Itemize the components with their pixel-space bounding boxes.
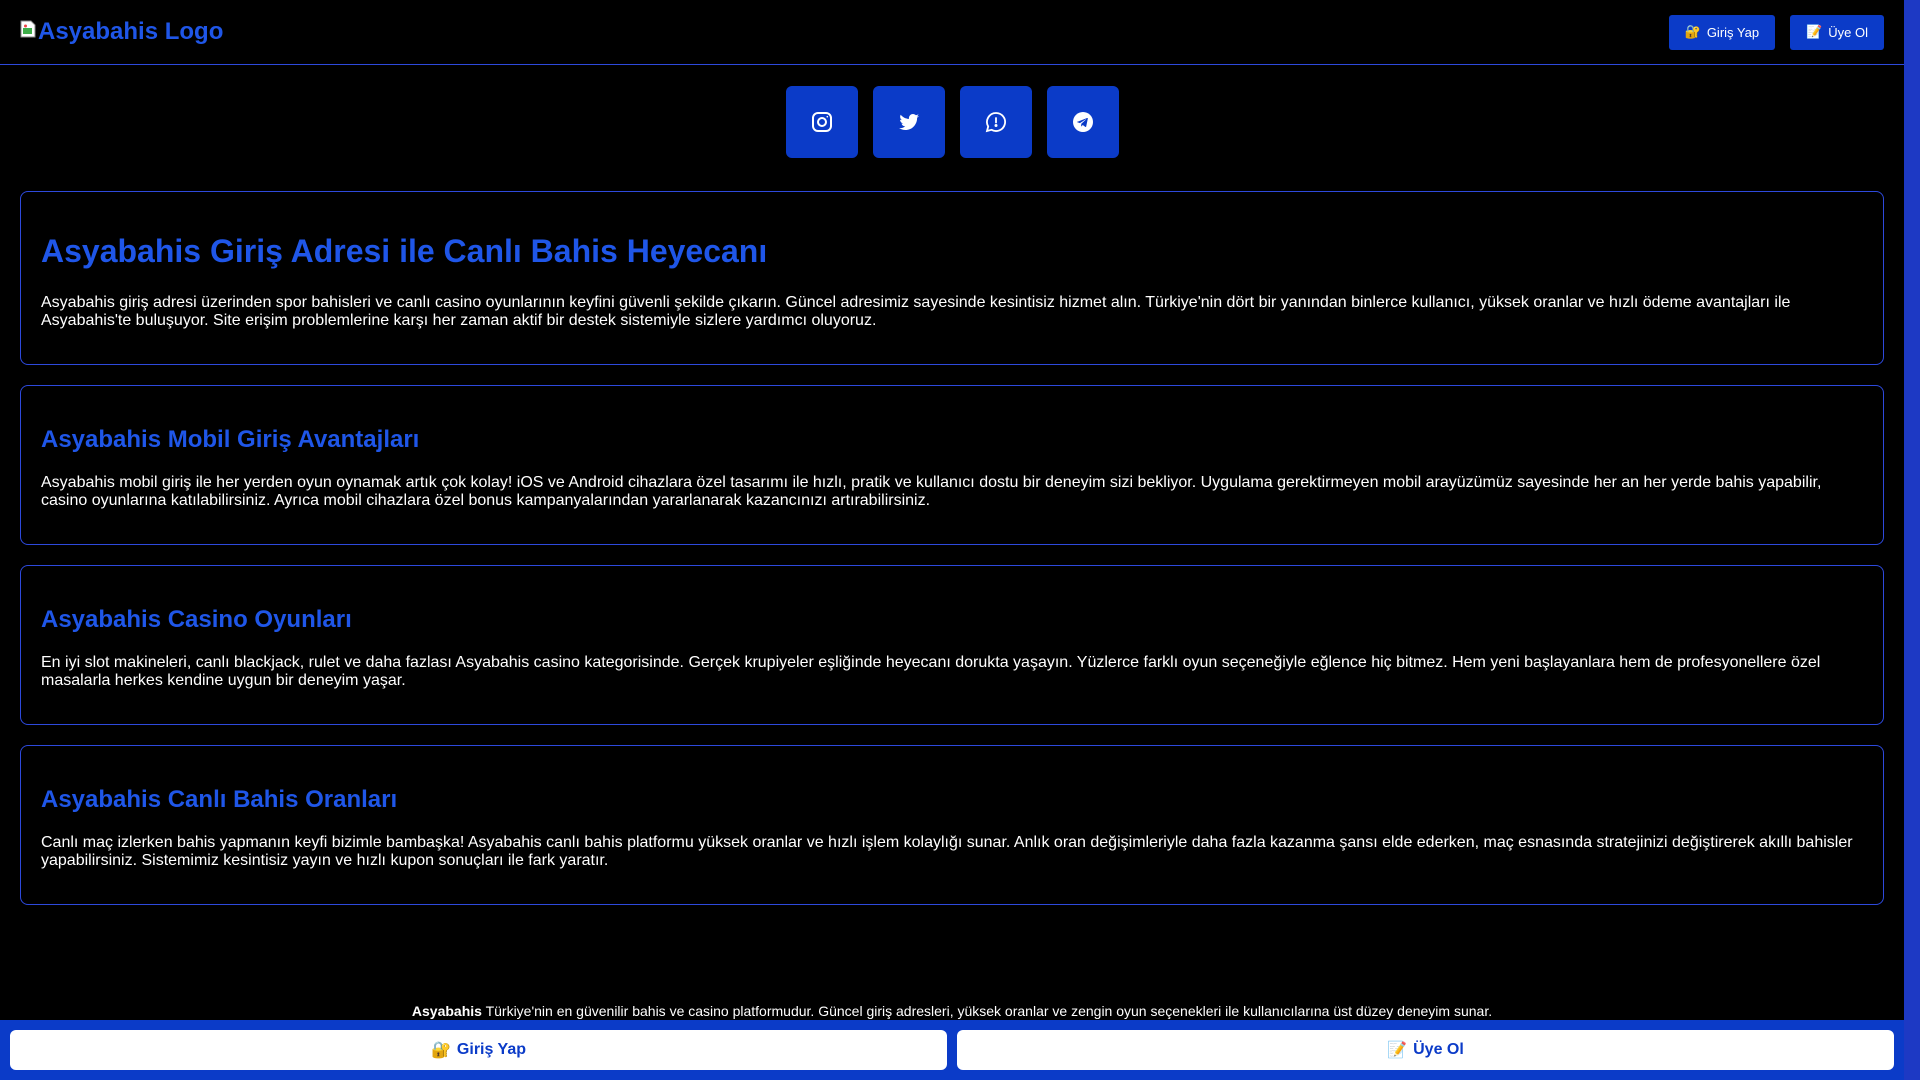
social-links bbox=[0, 65, 1904, 158]
instagram-link[interactable] bbox=[785, 86, 858, 158]
broken-image-icon bbox=[20, 17, 36, 38]
bottom-register-button[interactable]: 📝 Üye Ol bbox=[957, 1030, 1894, 1070]
section-title: Asyabahis Giriş Adresi ile Canlı Bahis H… bbox=[41, 233, 768, 269]
section-card: Asyabahis Canlı Bahis Oranları Canlı maç… bbox=[20, 745, 1884, 905]
mobile-bottom-bar: 🔐 Giriş Yap 📝 Üye Ol bbox=[0, 1020, 1904, 1080]
lock-key-icon: 🔐 bbox=[431, 1042, 451, 1059]
section-title: Asyabahis Canlı Bahis Oranları bbox=[41, 786, 398, 813]
bottom-register-label: Üye Ol bbox=[1413, 1041, 1464, 1058]
login-button[interactable]: 🔐 Giriş Yap bbox=[1668, 14, 1776, 50]
section-card: Asyabahis Mobil Giriş Avantajları Asyaba… bbox=[20, 385, 1884, 545]
footer-text: Türkiye'nin en güvenilir bahis ve casino… bbox=[481, 1003, 1493, 1019]
register-button[interactable]: 📝 Üye Ol bbox=[1790, 14, 1884, 50]
section-text: Asyabahis mobil giriş ile her yerden oyu… bbox=[41, 474, 1822, 509]
bottom-login-button[interactable]: 🔐 Giriş Yap bbox=[10, 1030, 947, 1070]
login-label: Giriş Yap bbox=[1706, 24, 1760, 40]
telegram-icon bbox=[1072, 112, 1093, 132]
memo-icon: 📝 bbox=[1806, 24, 1823, 39]
logo-alt-text: Asyabahis Logo bbox=[38, 18, 224, 45]
page: Asyabahis Logo 🔐 Giriş Yap 📝 Üye Ol Asya… bbox=[0, 0, 1904, 1080]
twitter-link[interactable] bbox=[872, 86, 945, 158]
section-card: Asyabahis Giriş Adresi ile Canlı Bahis H… bbox=[20, 191, 1884, 365]
bottom-login-label: Giriş Yap bbox=[456, 1041, 526, 1058]
page-scrollbar[interactable] bbox=[1904, 0, 1920, 1080]
whatsapp-icon bbox=[985, 112, 1006, 133]
section-title: Asyabahis Mobil Giriş Avantajları bbox=[41, 426, 420, 453]
site-header: Asyabahis Logo 🔐 Giriş Yap 📝 Üye Ol bbox=[0, 0, 1904, 65]
section-card: Asyabahis Casino Oyunları En iyi slot ma… bbox=[20, 565, 1884, 725]
site-logo[interactable]: Asyabahis Logo bbox=[20, 18, 223, 46]
whatsapp-link[interactable] bbox=[959, 86, 1032, 158]
twitter-icon bbox=[898, 114, 919, 130]
instagram-icon bbox=[811, 112, 832, 132]
main-content: Asyabahis Giriş Adresi ile Canlı Bahis H… bbox=[0, 191, 1904, 905]
header-actions: 🔐 Giriş Yap 📝 Üye Ol bbox=[1668, 14, 1884, 50]
telegram-link[interactable] bbox=[1046, 86, 1119, 158]
register-label: Üye Ol bbox=[1828, 24, 1868, 40]
section-text: Canlı maç izlerken bahis yapmanın keyfi … bbox=[41, 834, 1853, 869]
section-text: En iyi slot makineleri, canlı blackjack,… bbox=[41, 654, 1821, 689]
lock-key-icon: 🔐 bbox=[1684, 24, 1701, 39]
section-title: Asyabahis Casino Oyunları bbox=[41, 606, 352, 633]
footer-brand: Asyabahis bbox=[411, 1003, 482, 1019]
section-text: Asyabahis giriş adresi üzerinden spor ba… bbox=[41, 294, 1791, 329]
memo-icon: 📝 bbox=[1387, 1042, 1408, 1059]
footer-description: Asyabahis Türkiye'nin en güvenilir bahis… bbox=[0, 1003, 1904, 1019]
